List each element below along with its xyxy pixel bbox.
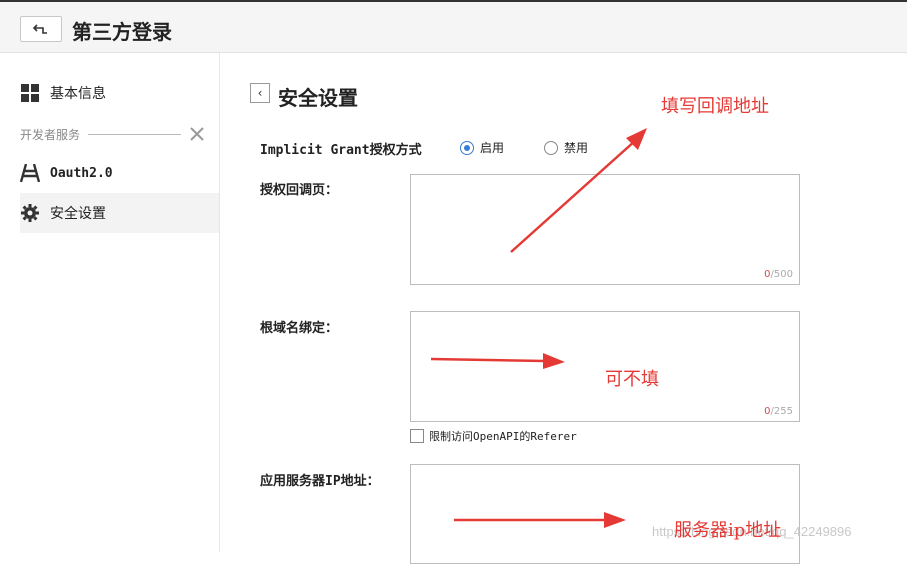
annotation-ip: 服务器ip地址 <box>674 520 782 541</box>
arrow-ip-head <box>604 512 626 528</box>
annotation-callback: 填写回调地址 <box>661 96 769 117</box>
arrow-callback <box>510 139 637 253</box>
annotation-arrows <box>430 128 647 528</box>
arrow-domain <box>430 357 546 363</box>
annotation-domain: 可不填 <box>605 369 659 390</box>
arrow-domain-head <box>543 353 565 369</box>
